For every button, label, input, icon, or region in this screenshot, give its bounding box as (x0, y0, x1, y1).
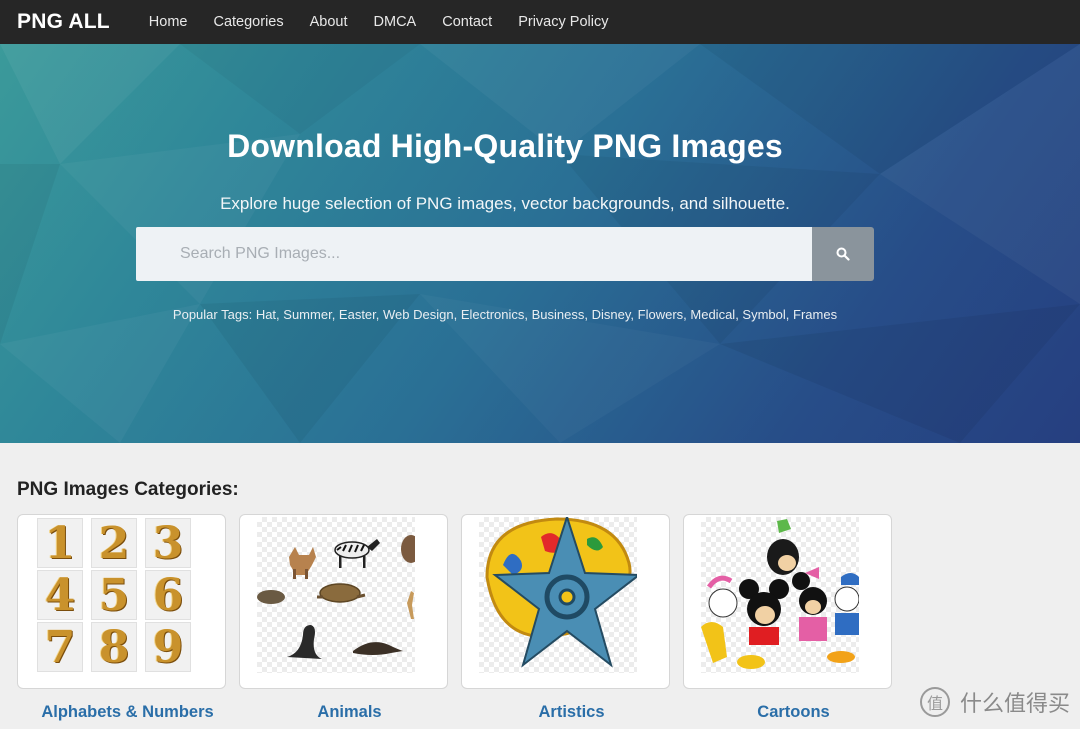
category-label-alphabets-numbers[interactable]: Alphabets & Numbers (23, 703, 232, 722)
tag-flowers[interactable]: Flowers (638, 307, 684, 322)
nav-link-privacy-policy[interactable]: Privacy Policy (518, 14, 608, 30)
search-bar (136, 227, 874, 281)
search-button[interactable] (812, 227, 874, 281)
digit-tile: 1 (37, 518, 83, 569)
numbers-thumbnail: 1 2 3 4 5 6 7 8 9 (35, 517, 193, 673)
category-card-animals[interactable] (239, 514, 448, 689)
popular-tags: Popular Tags: Hat, Summer, Easter, Web D… (172, 307, 838, 322)
barnstar-illustration (485, 515, 642, 668)
hero-title: Download High-Quality PNG Images (227, 128, 783, 164)
tag-frames[interactable]: Frames (793, 307, 837, 322)
category-card-alphabets-numbers[interactable]: 1 2 3 4 5 6 7 8 9 (17, 514, 226, 689)
top-navbar: PNG ALL Home Categories About DMCA Conta… (0, 0, 1080, 44)
artistics-thumbnail (479, 515, 642, 673)
nav-link-contact[interactable]: Contact (442, 14, 492, 30)
nav-link-dmca[interactable]: DMCA (374, 14, 417, 30)
digit-tile: 3 (145, 518, 191, 569)
watermark-logo-icon: 值 (919, 687, 950, 717)
category-label-animals[interactable]: Animals (245, 703, 454, 722)
tag-medical[interactable]: Medical (690, 307, 735, 322)
digit-tile: 8 (91, 622, 137, 673)
tag-easter[interactable]: Easter (339, 307, 376, 322)
watermark: 值 什么值得买 (919, 686, 1070, 718)
category-card-artistics[interactable] (461, 514, 670, 689)
tag-electronics[interactable]: Electronics (461, 307, 525, 322)
tag-summer[interactable]: Summer (283, 307, 331, 322)
tag-web-design[interactable]: Web Design (383, 307, 454, 322)
categories-heading: PNG Images Categories: (17, 479, 239, 500)
nav-link-home[interactable]: Home (149, 14, 188, 30)
tag-hat[interactable]: Hat (256, 307, 276, 322)
watermark-text: 什么值得买 (959, 691, 1070, 716)
search-icon (836, 247, 850, 261)
category-card-cartoons[interactable] (683, 514, 892, 689)
category-label-cartoons[interactable]: Cartoons (689, 703, 898, 722)
hero-banner: Download High-Quality PNG Images Explore… (0, 44, 1080, 443)
hero-subtitle: Explore huge selection of PNG images, ve… (220, 194, 790, 213)
cartoons-thumbnail (701, 517, 860, 673)
cartoon-characters-illustration (701, 519, 860, 669)
digit-tile: 7 (37, 622, 83, 673)
search-input[interactable] (136, 227, 812, 281)
category-label-artistics[interactable]: Artistics (467, 703, 676, 722)
nav-link-about[interactable]: About (310, 14, 348, 30)
popular-tags-label: Popular Tags: (172, 307, 253, 322)
animals-thumbnail (257, 517, 421, 673)
tag-disney[interactable]: Disney (592, 307, 631, 322)
site-logo[interactable]: PNG ALL (17, 10, 110, 34)
digit-tile: 6 (145, 570, 191, 621)
nav-link-categories[interactable]: Categories (213, 14, 283, 30)
animals-illustration (257, 535, 421, 659)
digit-tile: 9 (145, 622, 191, 673)
digit-tile: 5 (91, 570, 137, 621)
tag-symbol[interactable]: Symbol (742, 307, 785, 322)
tag-business[interactable]: Business (532, 307, 585, 322)
digit-tile: 2 (91, 518, 137, 569)
digit-tile: 4 (37, 570, 83, 621)
